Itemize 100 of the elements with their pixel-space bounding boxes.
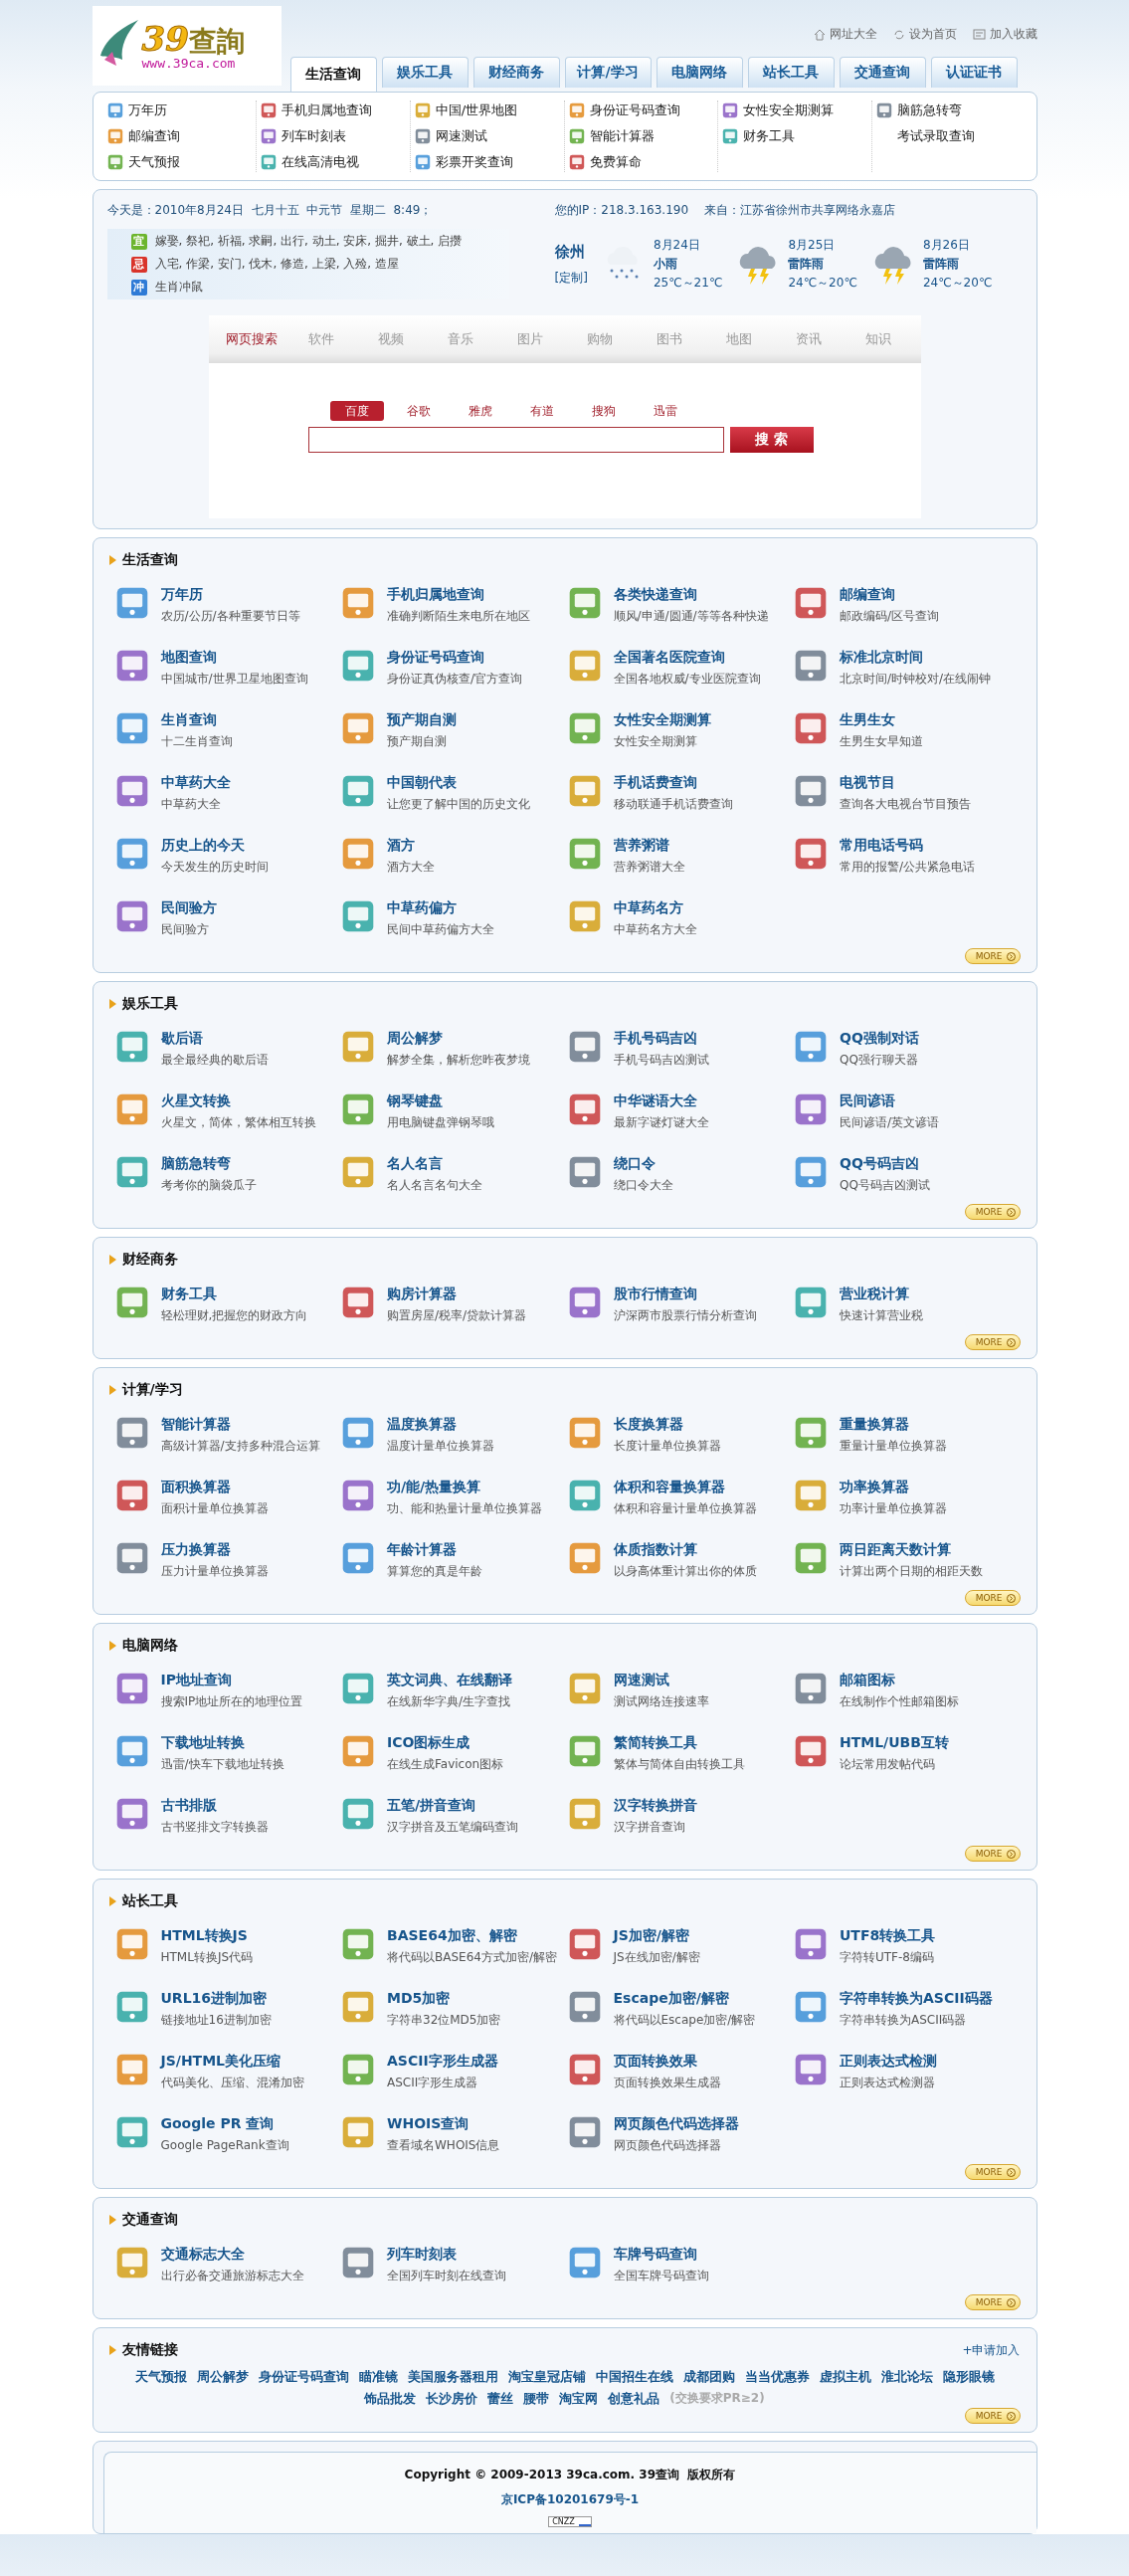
friend-link[interactable]: 淘宝网 [559, 2390, 599, 2408]
tool-link[interactable]: 中草药名方 [613, 899, 697, 917]
quick-link[interactable]: 列车时刻表 [261, 126, 410, 146]
more-button[interactable]: MORE [964, 2294, 1021, 2310]
tool-link[interactable]: 绕口令 [613, 1155, 673, 1173]
tool-link[interactable]: 面积换算器 [160, 1479, 269, 1496]
quick-link[interactable]: 考试录取查询 [875, 126, 1027, 146]
tool-link[interactable]: 中华谜语大全 [613, 1092, 709, 1110]
tool-link[interactable]: 各类快递查询 [613, 586, 769, 604]
tool-link[interactable]: 全国著名医院查询 [613, 649, 761, 667]
quick-link[interactable]: 万年历 [106, 100, 257, 120]
tool-link[interactable]: 手机话费查询 [613, 774, 733, 792]
tool-link[interactable]: 下载地址转换 [160, 1734, 284, 1752]
search-field[interactable] [307, 427, 724, 453]
tool-link[interactable]: 民间谚语 [840, 1092, 940, 1110]
friend-link[interactable]: 腰带 [523, 2390, 550, 2408]
tool-link[interactable]: 歇后语 [160, 1030, 269, 1048]
tool-link[interactable]: 中草药偏方 [387, 899, 494, 917]
tool-link[interactable]: 古书排版 [160, 1797, 269, 1815]
friend-link[interactable]: 淘宝皇冠店铺 [507, 2368, 586, 2386]
quick-link[interactable]: 天气预报 [106, 152, 257, 172]
friend-link[interactable]: 长沙房价 [426, 2390, 478, 2408]
tool-link[interactable]: HTML/UBB互转 [840, 1734, 949, 1752]
tool-link[interactable]: 脑筋急转弯 [160, 1155, 257, 1173]
category-tab[interactable]: 交通查询 [839, 57, 926, 88]
tool-link[interactable]: 地图查询 [160, 649, 308, 667]
tool-link[interactable]: UTF8转换工具 [840, 1927, 936, 1945]
friend-link[interactable]: 身份证号码查询 [258, 2368, 349, 2386]
friend-link[interactable]: 淮北论坛 [880, 2368, 933, 2386]
tool-link[interactable]: BASE64加密、解密 [387, 1927, 557, 1945]
tool-link[interactable]: 历史上的今天 [160, 837, 269, 855]
category-tab[interactable]: 计算/学习 [564, 57, 652, 88]
tool-link[interactable]: 中国朝代表 [387, 774, 530, 792]
tool-link[interactable]: ASCII字形生成器 [387, 2053, 498, 2071]
tool-link[interactable]: 钢琴键盘 [387, 1092, 494, 1110]
friend-link[interactable]: 瞄准镜 [358, 2368, 398, 2386]
tool-link[interactable]: 邮编查询 [840, 586, 940, 604]
tool-link[interactable]: 营业税计算 [840, 1286, 923, 1303]
friend-link[interactable]: 饰品批发 [364, 2390, 417, 2408]
tool-link[interactable]: 列车时刻表 [387, 2246, 506, 2264]
tool-link[interactable]: JS/HTML美化压缩 [160, 2053, 304, 2071]
tool-link[interactable]: 标准北京时间 [840, 649, 992, 667]
engine-tab[interactable]: 百度 [329, 401, 384, 421]
friend-link[interactable]: 创意礼品 [608, 2390, 660, 2408]
tool-link[interactable]: 繁简转换工具 [613, 1734, 745, 1752]
tool-link[interactable]: 长度换算器 [613, 1416, 721, 1434]
tool-link[interactable]: 交通标志大全 [160, 2246, 304, 2264]
tool-link[interactable]: 股市行情查询 [613, 1286, 757, 1303]
tool-link[interactable]: Escape加密/解密 [613, 1990, 756, 2008]
tool-link[interactable]: 字符串转换为ASCII码器 [840, 1990, 993, 2008]
apply-link[interactable]: +申请加入 [962, 2341, 1021, 2359]
more-button[interactable]: MORE [964, 1204, 1021, 1220]
tool-link[interactable]: 汉字转换拼音 [613, 1797, 697, 1815]
tool-link[interactable]: WHOIS查询 [387, 2115, 500, 2133]
tool-link[interactable]: IP地址查询 [160, 1672, 303, 1689]
tool-link[interactable]: 五笔/拼音查询 [387, 1797, 518, 1815]
tool-link[interactable]: 常用电话号码 [840, 837, 976, 855]
tool-link[interactable]: 财务工具 [160, 1286, 308, 1303]
category-tab[interactable]: 财经商务 [472, 57, 560, 88]
engine-tab[interactable]: 雅虎 [453, 401, 507, 421]
tool-link[interactable]: 万年历 [160, 586, 300, 604]
quick-link[interactable]: 手机归属地查询 [261, 100, 410, 120]
category-tab[interactable]: 电脑网络 [656, 57, 743, 88]
tool-link[interactable]: QQ强制对话 [840, 1030, 919, 1048]
tool-link[interactable]: 预产期自测 [387, 711, 457, 729]
tool-link[interactable]: 名人名言 [387, 1155, 482, 1173]
tool-link[interactable]: 年龄计算器 [387, 1541, 482, 1559]
quick-link[interactable]: 网速测试 [414, 126, 564, 146]
tool-link[interactable]: 购房计算器 [387, 1286, 527, 1303]
engine-tab[interactable]: 迅雷 [638, 401, 692, 421]
top-link[interactable]: 加入收藏 [972, 26, 1037, 43]
tool-link[interactable]: 身份证号码查询 [387, 649, 523, 667]
tool-link[interactable]: 手机号码吉凶 [613, 1030, 709, 1048]
tool-link[interactable]: 生肖查询 [160, 711, 233, 729]
tool-link[interactable]: 英文词典、在线翻译 [387, 1672, 512, 1689]
more-button[interactable]: MORE [964, 948, 1021, 964]
tool-link[interactable]: 网速测试 [613, 1672, 709, 1689]
tool-link[interactable]: URL16进制加密 [160, 1990, 272, 2008]
category-tab[interactable]: 娱乐工具 [381, 57, 469, 88]
quick-link[interactable]: 财务工具 [722, 126, 871, 146]
quick-link[interactable]: 女性安全期测算 [722, 100, 871, 120]
quick-link[interactable]: 免费算命 [568, 152, 718, 172]
search-category-tab[interactable]: 网页搜索 [216, 330, 286, 348]
quick-link[interactable]: 彩票开奖查询 [414, 152, 564, 172]
tool-link[interactable]: MD5加密 [387, 1990, 501, 2008]
friend-link[interactable]: 周公解梦 [196, 2368, 249, 2386]
engine-tab[interactable]: 搜狗 [576, 401, 631, 421]
category-tab[interactable]: 站长工具 [747, 57, 835, 88]
tool-link[interactable]: Google PR 查询 [160, 2115, 289, 2133]
more-button[interactable]: MORE [964, 2408, 1021, 2424]
tool-link[interactable]: 酒方 [387, 837, 435, 855]
tool-link[interactable]: 邮箱图标 [840, 1672, 959, 1689]
tool-link[interactable]: 体积和容量换算器 [613, 1479, 757, 1496]
tool-link[interactable]: 生男生女 [840, 711, 923, 729]
tool-link[interactable]: ICO图标生成 [387, 1734, 504, 1752]
quick-link[interactable]: 在线高清电视 [261, 152, 410, 172]
category-tab[interactable]: 生活查询 [289, 57, 377, 92]
tool-link[interactable]: 女性安全期测算 [613, 711, 711, 729]
tool-link[interactable]: 周公解梦 [387, 1030, 530, 1048]
quick-link[interactable]: 智能计算器 [568, 126, 718, 146]
